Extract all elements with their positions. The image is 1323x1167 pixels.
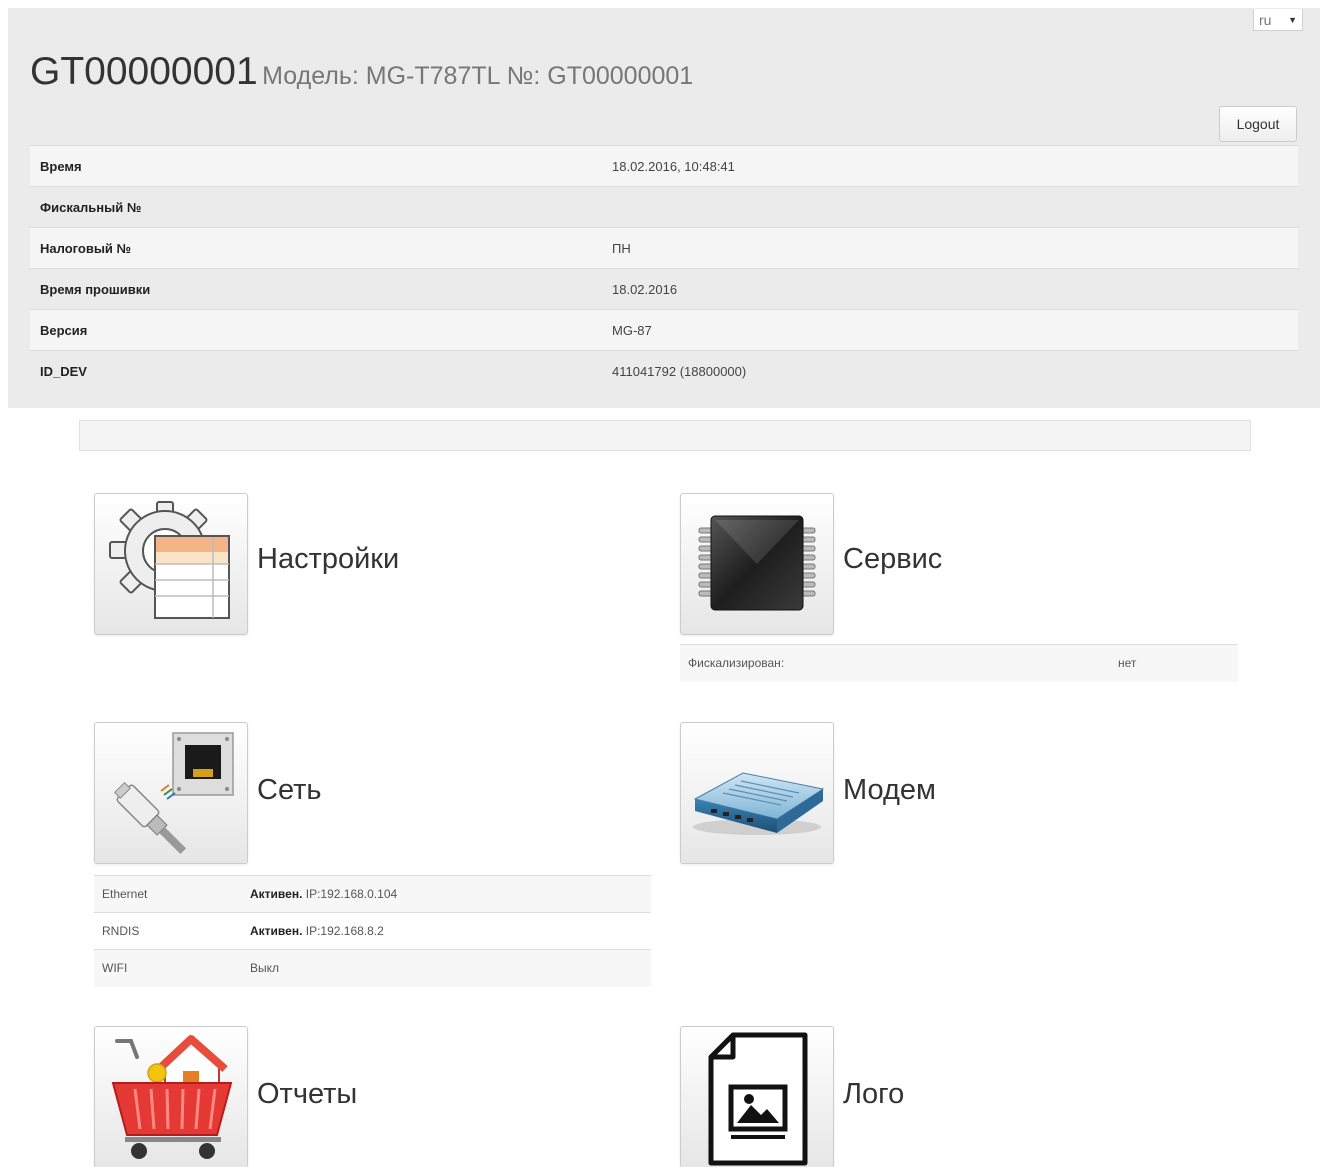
table-row: Фискализирован: нет bbox=[680, 644, 1238, 682]
modem-label[interactable]: Модем bbox=[843, 774, 936, 807]
info-key: Фискальный № bbox=[30, 186, 602, 228]
service-value: нет bbox=[1110, 644, 1238, 682]
reports-tile-button[interactable] bbox=[94, 1026, 248, 1167]
reports-label[interactable]: Отчеты bbox=[257, 1078, 357, 1111]
device-info-table: Время 18.02.2016, 10:48:41 Фискальный № … bbox=[30, 145, 1298, 392]
language-value: ru bbox=[1259, 12, 1272, 28]
logout-button[interactable]: Logout bbox=[1219, 106, 1297, 142]
ip-address: IP:192.168.0.104 bbox=[305, 887, 398, 901]
device-header: ru ▼ GT00000001 Модель: MG-T787TL №: GT0… bbox=[8, 8, 1320, 408]
network-status-table: Ethernet Активен. IP:192.168.0.104 RNDIS… bbox=[94, 875, 651, 987]
info-value: 411041792 (18800000) bbox=[602, 350, 1298, 392]
network-status: Активен. IP:192.168.0.104 bbox=[242, 875, 651, 913]
image-file-icon bbox=[708, 1032, 808, 1166]
status-active: Активен. bbox=[250, 924, 303, 938]
service-key: Фискализирован: bbox=[680, 644, 1110, 682]
service-label[interactable]: Сервис bbox=[843, 543, 942, 576]
settings-tile-button[interactable] bbox=[94, 493, 248, 635]
gear-table-icon bbox=[109, 501, 230, 619]
info-value: 18.02.2016, 10:48:41 bbox=[602, 145, 1298, 187]
service-info-table: Фискализирован: нет bbox=[680, 644, 1238, 682]
info-value: MG-87 bbox=[602, 309, 1298, 351]
info-key: Время прошивки bbox=[30, 268, 602, 310]
logo-label[interactable]: Лого bbox=[843, 1078, 904, 1111]
basket-icon bbox=[111, 1035, 233, 1159]
logo-tile-button[interactable] bbox=[680, 1026, 834, 1167]
info-key: ID_DEV bbox=[30, 350, 602, 392]
modem-icon bbox=[693, 772, 825, 835]
table-row: RNDIS Активен. IP:192.168.8.2 bbox=[94, 912, 651, 950]
chip-icon bbox=[698, 515, 816, 611]
table-row: ID_DEV 411041792 (18800000) bbox=[30, 350, 1298, 392]
page-title: GT00000001 Модель: MG-T787TL №: GT000000… bbox=[30, 50, 693, 94]
info-key: Налоговый № bbox=[30, 227, 602, 269]
info-key: Время bbox=[30, 145, 602, 187]
language-select[interactable]: ru ▼ bbox=[1253, 9, 1303, 31]
table-row: Время прошивки 18.02.2016 bbox=[30, 268, 1298, 310]
table-row: WIFI Выкл bbox=[94, 949, 651, 987]
table-row: Налоговый № ПН bbox=[30, 227, 1298, 269]
network-interface: Ethernet bbox=[94, 875, 242, 913]
device-id-title: GT00000001 bbox=[30, 50, 258, 93]
settings-label[interactable]: Настройки bbox=[257, 543, 399, 576]
info-key: Версия bbox=[30, 309, 602, 351]
table-row: Версия MG-87 bbox=[30, 309, 1298, 351]
table-row: Ethernet Активен. IP:192.168.0.104 bbox=[94, 875, 651, 913]
table-row: Фискальный № bbox=[30, 186, 1298, 228]
info-value: ПН bbox=[602, 227, 1298, 269]
ip-address: IP:192.168.8.2 bbox=[305, 924, 384, 938]
empty-panel-strip bbox=[79, 420, 1251, 451]
network-interface: WIFI bbox=[94, 949, 242, 987]
network-status: Активен. IP:192.168.8.2 bbox=[242, 912, 651, 950]
page: ru ▼ GT00000001 Модель: MG-T787TL №: GT0… bbox=[0, 0, 1323, 1167]
table-row: Время 18.02.2016, 10:48:41 bbox=[30, 145, 1298, 187]
info-value: 18.02.2016 bbox=[602, 268, 1298, 310]
network-tile-button[interactable] bbox=[94, 722, 248, 864]
network-interface: RNDIS bbox=[94, 912, 242, 950]
status-off: Выкл bbox=[250, 961, 280, 976]
network-label[interactable]: Сеть bbox=[257, 774, 322, 807]
status-active: Активен. bbox=[250, 887, 303, 901]
ethernet-icon bbox=[113, 732, 234, 855]
modem-tile-button[interactable] bbox=[680, 722, 834, 864]
service-tile-button[interactable] bbox=[680, 493, 834, 635]
caret-down-icon: ▼ bbox=[1288, 15, 1297, 25]
device-model-subtitle: Модель: MG-T787TL №: GT00000001 bbox=[262, 62, 694, 90]
info-value bbox=[602, 186, 1298, 228]
network-status: Выкл bbox=[242, 949, 651, 987]
